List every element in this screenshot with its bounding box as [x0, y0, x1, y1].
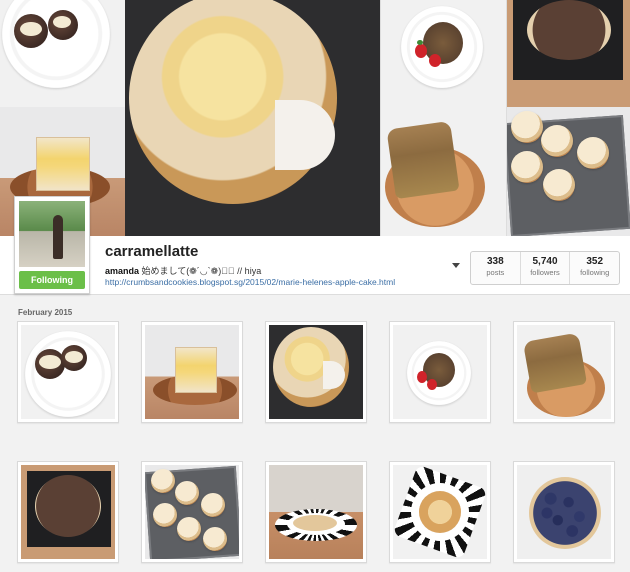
grid-photo-cake-striped-plate[interactable] — [265, 461, 367, 563]
cover-photo-banana-loaf[interactable] — [381, 107, 506, 236]
stat-followers-label: followers — [530, 268, 560, 277]
grid-photo-cupcakes[interactable] — [141, 461, 243, 563]
profile-bio: amanda 始めまして(❁´◡`❁)✲ﾟ // hiya — [105, 264, 261, 277]
stat-following-count: 352 — [586, 256, 604, 267]
month-section-label: February 2015 — [18, 308, 73, 317]
profile-cover-collage — [0, 0, 630, 236]
grid-photo-cookie-sandwich[interactable] — [17, 321, 119, 423]
grid-photo-pastry-striped-plate[interactable] — [389, 461, 491, 563]
options-dropdown-icon[interactable] — [452, 263, 460, 268]
stat-following-label: following — [580, 268, 610, 277]
grid-photo-cake-slice[interactable] — [141, 321, 243, 423]
stat-following[interactable]: 352 following — [570, 252, 619, 284]
profile-avatar-card: Following — [14, 196, 90, 294]
cover-photo-chocolate-tart[interactable] — [507, 0, 630, 107]
stat-posts[interactable]: 338 posts — [471, 252, 521, 284]
profile-website-link[interactable]: http://crumbsandcookies.blogspot.sg/2015… — [105, 277, 395, 287]
cover-photo-cupcakes[interactable] — [507, 107, 630, 236]
grid-photo-blueberry-tart[interactable] — [513, 461, 615, 563]
stat-followers[interactable]: 5,740 followers — [521, 252, 571, 284]
avatar[interactable] — [19, 201, 85, 267]
following-button[interactable]: Following — [19, 271, 85, 289]
stat-posts-label: posts — [486, 268, 505, 277]
stat-posts-count: 338 — [486, 256, 504, 267]
cover-photo-apple-cake[interactable] — [125, 0, 380, 236]
cover-photo-cookie-strawberries[interactable] — [381, 0, 506, 107]
profile-stats: 338 posts 5,740 followers 352 following — [470, 251, 620, 285]
profile-display-name: amanda — [105, 266, 140, 276]
stat-followers-count: 5,740 — [532, 256, 558, 267]
grid-photo-chocolate-tart[interactable] — [17, 461, 119, 563]
profile-username: carramellatte — [105, 243, 199, 260]
grid-photo-cookie-strawberries[interactable] — [389, 321, 491, 423]
profile-bio-text: 始めまして(❁´◡`❁)✲ﾟ // hiya — [141, 266, 262, 276]
cover-photo-cookie-sandwich[interactable] — [0, 0, 125, 107]
grid-photo-apple-cake[interactable] — [265, 321, 367, 423]
grid-photo-banana-loaf[interactable] — [513, 321, 615, 423]
